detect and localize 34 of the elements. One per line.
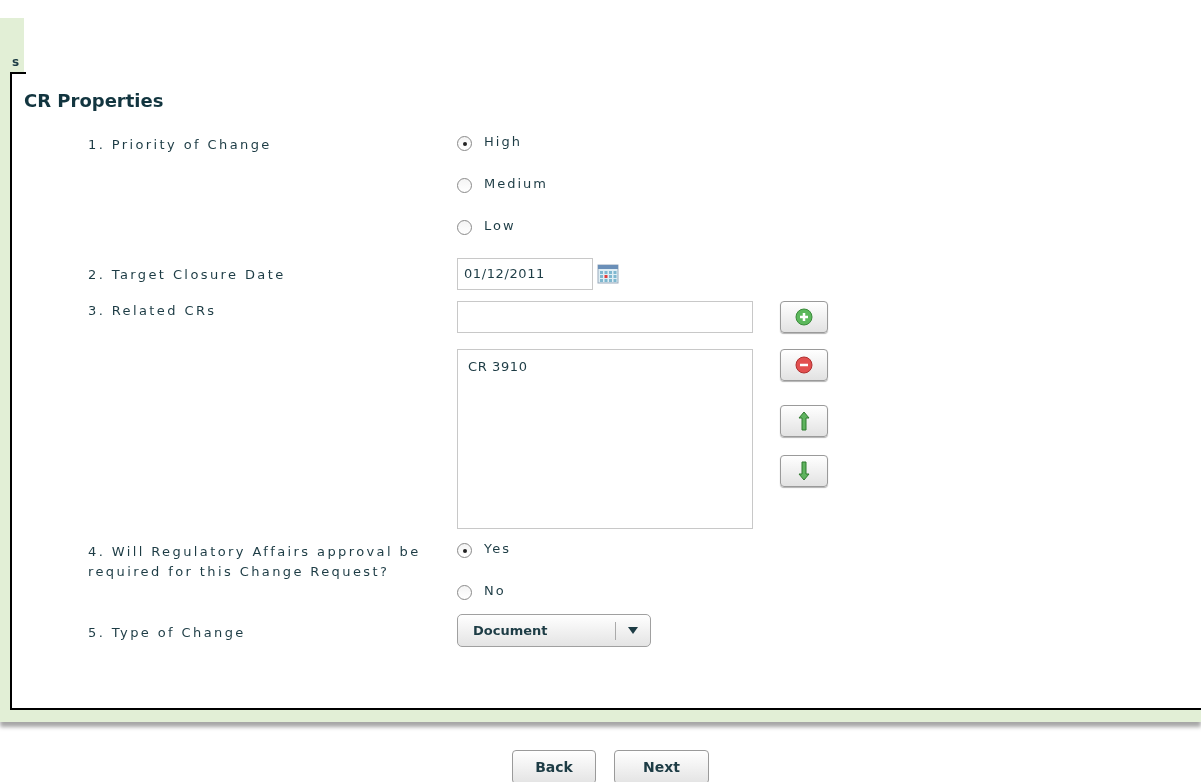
calendar-icon[interactable]	[597, 264, 619, 284]
caret-icon	[628, 627, 638, 634]
remove-button[interactable]	[780, 349, 828, 381]
move-down-button[interactable]	[780, 455, 828, 487]
option-label: Low	[484, 218, 516, 233]
question-label: 3. Related CRs	[88, 302, 218, 320]
question-label: 1. Priority of Change	[88, 136, 273, 154]
option-label: High	[484, 134, 522, 149]
text-field[interactable]	[457, 301, 753, 333]
list-item[interactable]: CR 3910	[468, 358, 744, 375]
question-label: 2. Target Closure Date	[88, 266, 287, 284]
radio-button[interactable]	[457, 136, 472, 151]
minus-icon	[795, 356, 813, 374]
question-label: 5. Type of Change	[88, 624, 247, 642]
option-label: No	[484, 583, 506, 598]
radio-button[interactable]	[457, 585, 472, 600]
up-arrow-icon	[798, 411, 810, 431]
plus-icon	[795, 308, 813, 326]
radio-button[interactable]	[457, 178, 472, 193]
nav-button[interactable]: Next	[614, 750, 709, 782]
nav-button[interactable]: Back	[512, 750, 596, 782]
date-field[interactable]: 01/12/2011	[457, 258, 593, 290]
question-label: 4. Will Regulatory Affairs approval be required for this Change Request?	[88, 543, 422, 581]
option-label: Yes	[484, 541, 511, 556]
type-dropdown[interactable]: Document	[457, 614, 651, 647]
move-up-button[interactable]	[780, 405, 828, 437]
option-label: Medium	[484, 176, 548, 191]
section-title: CR Properties	[24, 90, 165, 112]
tab-label[interactable]: s	[12, 55, 20, 69]
radio-button[interactable]	[457, 543, 472, 558]
list-box[interactable]: CR 3910	[457, 349, 753, 529]
add-button[interactable]	[780, 301, 828, 333]
radio-button[interactable]	[457, 220, 472, 235]
down-arrow-icon	[798, 461, 810, 481]
